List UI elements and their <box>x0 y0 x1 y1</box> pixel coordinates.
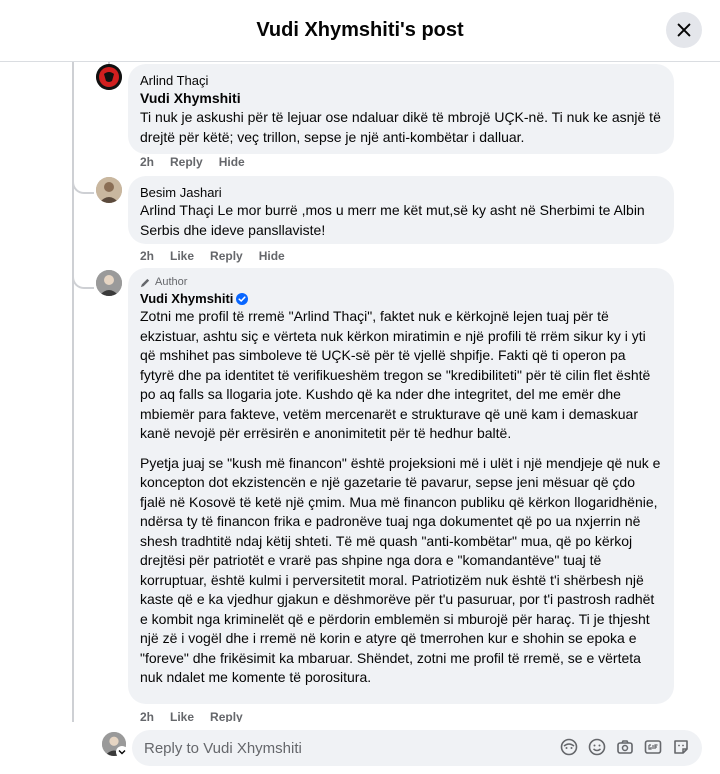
like-button[interactable]: Like <box>170 249 194 263</box>
comment-author[interactable]: Arlind Thaçi <box>140 72 662 89</box>
comment-text: Ti nuk je askushi për të lejuar ose ndal… <box>140 109 661 145</box>
close-button[interactable] <box>666 12 702 48</box>
comment-mention[interactable]: Vudi Xhymshiti <box>140 89 662 108</box>
verified-badge-icon <box>236 293 249 305</box>
avatar[interactable] <box>96 177 122 203</box>
avatar-sticker-icon[interactable] <box>560 738 578 756</box>
close-icon <box>677 23 691 37</box>
comment-actions: 2h Like Reply <box>140 710 243 722</box>
pencil-icon <box>140 278 150 287</box>
reply-button[interactable]: Reply <box>210 249 243 263</box>
dialog-header: Vudi Xhymshiti's post <box>0 0 720 62</box>
thread-line <box>72 62 74 712</box>
hide-button[interactable]: Hide <box>219 155 245 169</box>
comment-author[interactable]: Vudi Xhymshiti <box>140 290 662 307</box>
sticker-icon[interactable] <box>672 738 690 756</box>
comment-time[interactable]: 2h <box>140 155 154 169</box>
author-badge: Author <box>140 276 662 288</box>
author-badge-label: Author <box>155 276 188 288</box>
emoji-icon[interactable] <box>588 738 606 756</box>
reply-button[interactable]: Reply <box>210 710 243 722</box>
comment-bubble: Besim Jashari Arlind Thaçi Le mor burrë … <box>128 176 674 244</box>
avatar[interactable] <box>96 270 122 296</box>
post-dialog: Vudi Xhymshiti's post Arlind Thaçi Vudi … <box>0 0 720 774</box>
uck-emblem-icon <box>96 64 122 90</box>
reply-placeholder: Reply to Vudi Xhymshiti <box>144 739 302 757</box>
reply-button[interactable]: Reply <box>170 155 203 169</box>
chevron-down-icon[interactable] <box>116 746 128 758</box>
dialog-title: Vudi Xhymshiti's post <box>256 19 464 41</box>
comment-time[interactable]: 2h <box>140 710 154 722</box>
comment-text: Pyetja juaj se "kush më financon" është … <box>140 454 661 686</box>
reply-input[interactable]: Reply to Vudi Xhymshiti <box>132 730 702 766</box>
gif-icon[interactable] <box>644 738 662 756</box>
comment-bubble: Arlind Thaçi Vudi Xhymshiti Ti nuk je as… <box>128 64 674 154</box>
reply-composer: Reply to Vudi Xhymshiti <box>0 722 720 774</box>
comment-author-name[interactable]: Vudi Xhymshiti <box>140 291 233 306</box>
avatar[interactable] <box>96 64 122 90</box>
camera-icon[interactable] <box>616 738 634 756</box>
hide-button[interactable]: Hide <box>259 249 285 263</box>
thread-connector <box>72 267 94 289</box>
person-photo-icon <box>96 270 122 296</box>
comment-text: Zotni me profil të rremë "Arlind Thaçi",… <box>140 308 651 441</box>
comments-scroll[interactable]: Arlind Thaçi Vudi Xhymshiti Ti nuk je as… <box>0 62 720 722</box>
comment-time[interactable]: 2h <box>140 249 154 263</box>
comment-actions: 2h Like Reply Hide <box>140 249 285 263</box>
comment-author[interactable]: Besim Jashari <box>140 184 662 201</box>
comment-text: Arlind Thaçi Le mor burrë ,mos u merr me… <box>140 202 645 238</box>
comment-actions: 2h Reply Hide <box>140 155 245 169</box>
composer-toolbar <box>560 738 690 756</box>
thread-connector <box>72 172 94 194</box>
thread-connector <box>72 707 102 722</box>
like-button[interactable]: Like <box>170 710 194 722</box>
comment-bubble: Author Vudi Xhymshiti Zotni me profil të… <box>128 268 674 704</box>
person-photo-icon <box>96 177 122 203</box>
